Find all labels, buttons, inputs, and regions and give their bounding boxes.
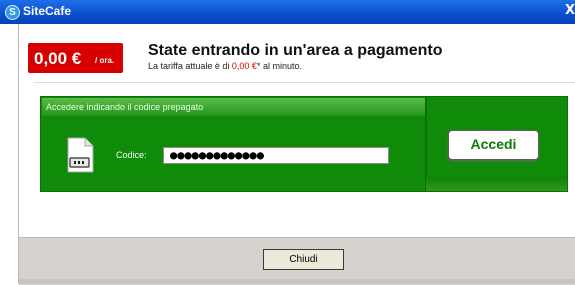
card-reader-icon — [67, 137, 94, 173]
prepaid-code-input[interactable]: ●●●●●●●●●●●●● — [163, 147, 389, 164]
title-bar: S SiteCafe X — [0, 0, 575, 24]
divider — [34, 82, 575, 83]
rate-description-suffix: * al minuto. — [256, 61, 302, 71]
rate-unit: / ora. — [95, 56, 115, 65]
window: S SiteCafe X 0,00 € / ora. State entrand… — [0, 0, 575, 285]
login-panel: Accedere indicando il codice prepagato C… — [40, 96, 568, 192]
footer-bottom-edge — [19, 279, 575, 284]
rate-badge: 0,00 € / ora. — [28, 43, 123, 73]
rate-description-prefix: La tariffa attuale è di — [148, 61, 232, 71]
login-panel-header: Accedere indicando il codice prepagato — [42, 98, 425, 116]
close-window-button[interactable]: X — [565, 3, 575, 19]
code-label: Codice: — [116, 150, 147, 160]
rate-description-price: 0,00 € — [231, 61, 257, 71]
panel-decoration — [426, 177, 567, 191]
page-title: State entrando in un'area a pagamento — [148, 42, 443, 59]
rate-description: La tariffa attuale è di 0,00 €* al minut… — [148, 61, 302, 71]
login-button-label: Accedi — [470, 136, 517, 152]
window-title: SiteCafe — [23, 4, 72, 18]
close-button-label: Chiudi — [289, 254, 318, 265]
close-button[interactable]: Chiudi — [263, 249, 344, 270]
sitecafe-logo-icon: S — [5, 5, 20, 20]
rate-value: 0,00 € — [34, 49, 82, 68]
login-button[interactable]: Accedi — [448, 130, 539, 160]
login-panel-title: Accedere indicando il codice prepagato — [46, 102, 204, 112]
